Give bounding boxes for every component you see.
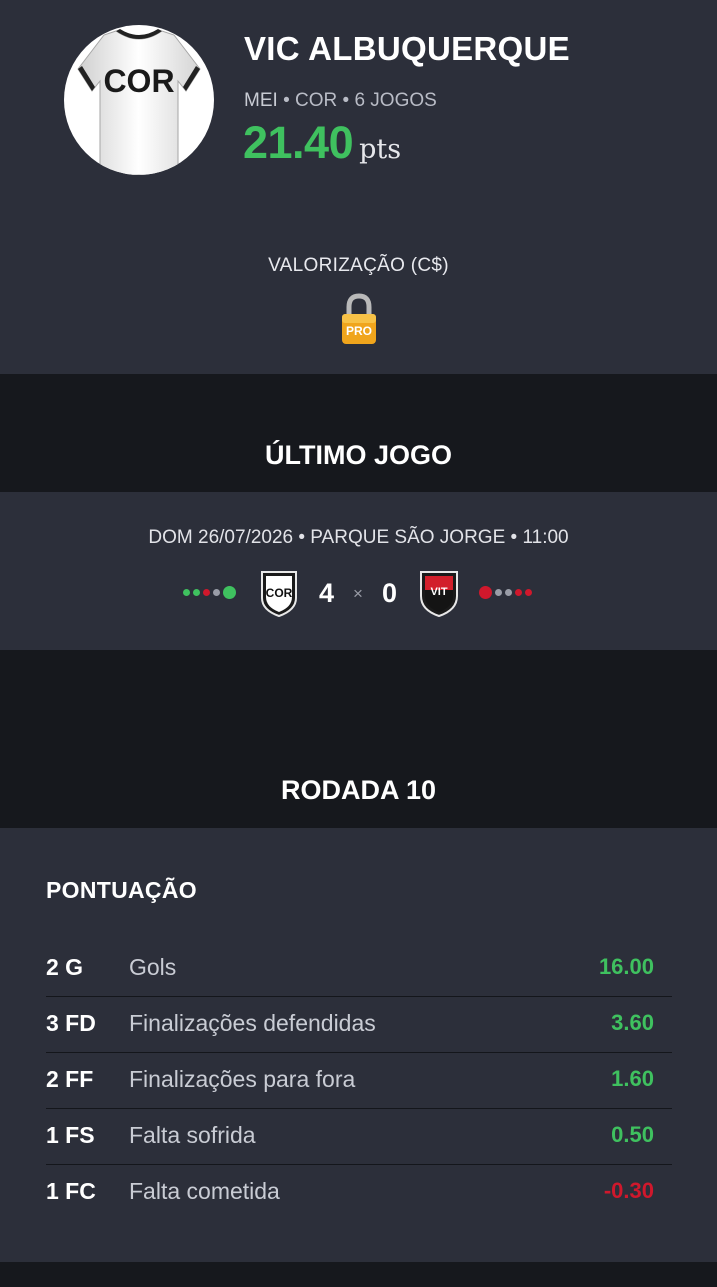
pontuacao-title: PONTUAÇÃO	[46, 877, 197, 903]
stat-code: 1 FS	[46, 1122, 95, 1148]
svg-text:COR: COR	[103, 63, 174, 99]
home-goals: 4	[319, 578, 335, 608]
stat-label: Falta cometida	[129, 1178, 280, 1204]
stat-label: Finalizações defendidas	[129, 1010, 376, 1036]
stat-code: 2 G	[46, 954, 84, 980]
svg-text:VIT: VIT	[430, 586, 447, 598]
stat-code: 1 FC	[46, 1178, 96, 1204]
form-dot-draw	[495, 588, 502, 596]
stat-value: 0.50	[611, 1122, 654, 1147]
home-form-dots	[183, 585, 241, 599]
away-goals: 0	[382, 578, 398, 608]
times-symbol: ×	[353, 584, 363, 603]
last-game-title: ÚLTIMO JOGO	[265, 440, 452, 470]
svg-text:COR: COR	[266, 586, 293, 600]
game-info: DOM 26/07/2026 • PARQUE SÃO JORGE • 11:0…	[148, 527, 569, 548]
player-games: 6 JOGOS	[354, 90, 437, 111]
form-dot-loss	[479, 585, 492, 599]
player-position: MEI	[244, 90, 278, 111]
player-score: 21.40 pts	[243, 117, 401, 169]
form-dot-loss	[515, 588, 522, 596]
stat-value: 3.60	[611, 1010, 654, 1035]
stat-value: 1.60	[611, 1066, 654, 1091]
svg-text:PRO: PRO	[346, 324, 372, 338]
rodada-title: RODADA 10	[280, 775, 437, 805]
form-dot-win	[193, 588, 200, 596]
stat-label: Falta sofrida	[129, 1122, 256, 1148]
stat-label: Finalizações para fora	[129, 1066, 356, 1092]
form-dot-draw	[505, 588, 512, 596]
stat-label: Gols	[129, 954, 177, 980]
stat-row: 2 G Gols 16.00	[46, 940, 672, 997]
meta-separator: •	[342, 90, 350, 111]
vitoria-badge-icon[interactable]: VIT	[418, 568, 460, 618]
score-unit: pts	[359, 134, 402, 165]
score-value: 21.40	[243, 117, 354, 168]
stat-code: 2 FF	[46, 1066, 94, 1092]
player-name: VIC ALBUQUERQUE	[244, 30, 570, 67]
form-dot-loss	[203, 588, 210, 596]
player-avatar: COR	[64, 25, 214, 175]
lock-icon[interactable]: PRO	[339, 292, 379, 346]
form-dot-win	[183, 588, 190, 596]
stat-row: 1 FS Falta sofrida 0.50	[46, 1108, 672, 1165]
form-dot-draw	[213, 588, 220, 596]
stat-row: 3 FD Finalizações defendidas 3.60	[46, 996, 672, 1053]
player-meta: MEI • COR • 6 JOGOS	[244, 90, 437, 112]
stat-value: 16.00	[598, 954, 654, 979]
player-header: COR VIC ALBUQUERQUE MEI • COR • 6 JOGOS …	[0, 0, 717, 374]
stat-code: 3 FD	[46, 1010, 96, 1036]
player-club: COR	[295, 90, 338, 111]
stat-value: -0.30	[603, 1178, 654, 1203]
away-form-dots	[479, 585, 533, 599]
form-dot-loss	[525, 588, 532, 596]
form-dot-win	[223, 585, 236, 599]
corinthians-badge-icon[interactable]: COR	[258, 568, 300, 618]
valorizacao-label: VALORIZAÇÃO (C$)	[268, 255, 449, 276]
jersey-icon: COR	[77, 29, 201, 175]
stat-row: 1 FC Falta cometida -0.30	[46, 1164, 672, 1220]
meta-separator: •	[283, 90, 290, 111]
last-game-card[interactable]	[0, 492, 717, 650]
stat-row: 2 FF Finalizações para fora 1.60	[46, 1052, 672, 1109]
